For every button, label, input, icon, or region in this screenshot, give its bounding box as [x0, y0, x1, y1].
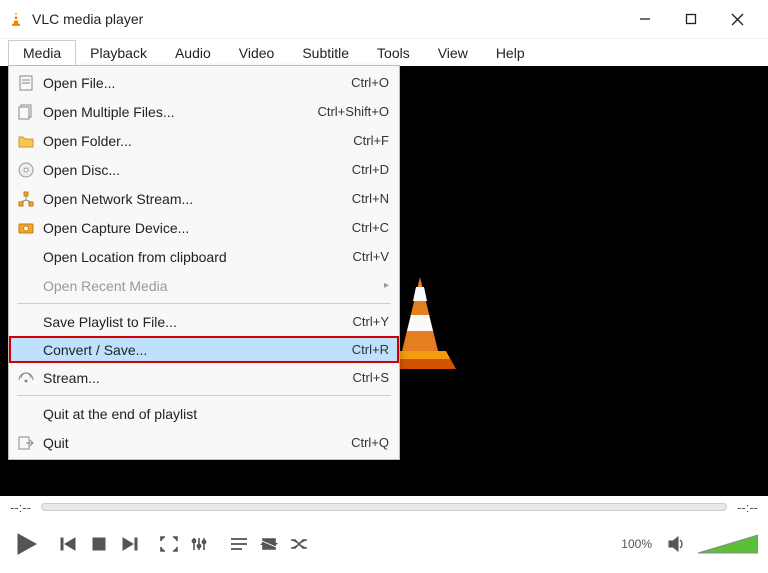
stop-button[interactable] — [84, 529, 114, 559]
window-title: VLC media player — [32, 11, 622, 27]
menu-separator — [17, 395, 391, 396]
file-icon — [17, 74, 35, 92]
vlc-cone-icon — [8, 11, 24, 27]
menu-stream[interactable]: Stream... Ctrl+S — [9, 363, 399, 392]
menu-open-disc[interactable]: Open Disc... Ctrl+D — [9, 155, 399, 184]
volume-slider[interactable] — [698, 533, 758, 555]
seek-slider[interactable] — [41, 503, 727, 511]
submenu-arrow-icon: ▸ — [384, 280, 389, 291]
disc-icon — [17, 161, 35, 179]
menu-open-recent-media: Open Recent Media ▸ — [9, 271, 399, 300]
folder-icon — [17, 132, 35, 150]
timeline: --:-- --:-- — [0, 496, 768, 518]
previous-button[interactable] — [54, 529, 84, 559]
menu-separator — [17, 303, 391, 304]
stream-icon — [17, 369, 35, 387]
menu-quit-end-playlist[interactable]: Quit at the end of playlist — [9, 399, 399, 428]
network-icon — [17, 190, 35, 208]
menu-open-network-stream[interactable]: Open Network Stream... Ctrl+N — [9, 184, 399, 213]
titlebar: VLC media player — [0, 0, 768, 38]
loop-button[interactable] — [254, 529, 284, 559]
menu-video[interactable]: Video — [225, 41, 289, 65]
menu-subtitle[interactable]: Subtitle — [288, 41, 363, 65]
fullscreen-button[interactable] — [154, 529, 184, 559]
minimize-button[interactable] — [622, 0, 668, 38]
menu-help[interactable]: Help — [482, 41, 539, 65]
menu-open-capture-device[interactable]: Open Capture Device... Ctrl+C — [9, 213, 399, 242]
menu-save-playlist[interactable]: Save Playlist to File... Ctrl+Y — [9, 307, 399, 336]
menu-open-location-clipboard[interactable]: Open Location from clipboard Ctrl+V — [9, 242, 399, 271]
window-buttons — [622, 0, 760, 38]
next-button[interactable] — [114, 529, 144, 559]
menu-open-multiple-files[interactable]: Open Multiple Files... Ctrl+Shift+O — [9, 97, 399, 126]
menu-playback[interactable]: Playback — [76, 41, 161, 65]
time-remaining: --:-- — [737, 500, 758, 515]
quit-icon — [17, 434, 35, 452]
mute-button[interactable] — [662, 529, 692, 559]
time-elapsed: --:-- — [10, 500, 31, 515]
menu-audio[interactable]: Audio — [161, 41, 225, 65]
media-menu-dropdown: Open File... Ctrl+O Open Multiple Files.… — [8, 65, 400, 460]
extended-settings-button[interactable] — [184, 529, 214, 559]
capture-icon — [17, 219, 35, 237]
menu-media[interactable]: Media — [8, 40, 76, 65]
playlist-button[interactable] — [224, 529, 254, 559]
menu-convert-save[interactable]: Convert / Save... Ctrl+R — [9, 336, 399, 363]
close-button[interactable] — [714, 0, 760, 38]
volume-text: 100% — [621, 537, 652, 551]
menu-tools[interactable]: Tools — [363, 41, 424, 65]
menu-view[interactable]: View — [424, 41, 482, 65]
menu-open-folder[interactable]: Open Folder... Ctrl+F — [9, 126, 399, 155]
menu-open-file[interactable]: Open File... Ctrl+O — [9, 68, 399, 97]
files-icon — [17, 103, 35, 121]
shuffle-button[interactable] — [284, 529, 314, 559]
menu-quit[interactable]: Quit Ctrl+Q — [9, 428, 399, 457]
play-button[interactable] — [10, 527, 44, 561]
controls-bar: 100% — [0, 520, 768, 568]
menubar: Media Playback Audio Video Subtitle Tool… — [0, 38, 768, 66]
maximize-button[interactable] — [668, 0, 714, 38]
